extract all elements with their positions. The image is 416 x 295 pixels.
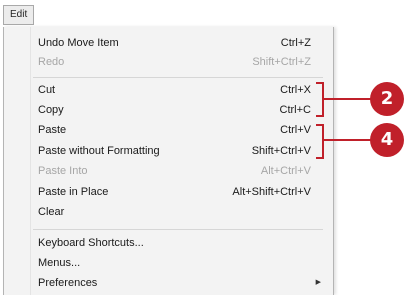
callout-bracket-cut-copy	[316, 82, 324, 117]
menu-item-shortcut: Alt+Shift+Ctrl+V	[232, 186, 311, 198]
menu-item-paste[interactable]: Paste Ctrl+V	[31, 120, 333, 140]
menu-item-paste-in-place[interactable]: Paste in Place Alt+Shift+Ctrl+V	[31, 182, 333, 202]
menu-item-shortcut: Ctrl+X	[280, 84, 311, 96]
menu-bar: Edit	[0, 0, 416, 26]
menu-item-paste-without-formatting[interactable]: Paste without Formatting Shift+Ctrl+V	[31, 141, 333, 161]
menu-item-label: Preferences	[38, 277, 98, 289]
menu-separator	[33, 229, 323, 230]
menu-item-shortcut: Ctrl+V	[280, 124, 311, 136]
menu-item-label: Paste without Formatting	[38, 145, 160, 157]
menu-item-label: Copy	[38, 104, 64, 116]
callout-leader-line	[324, 98, 372, 100]
menu-item-shortcut: Shift+Ctrl+Z	[252, 56, 311, 68]
edit-menu-title[interactable]: Edit	[3, 5, 35, 25]
menu-item-label: Menus...	[38, 257, 81, 269]
menu-item-shortcut: Ctrl+Z	[280, 37, 311, 49]
menu-item-shortcut: Alt+Ctrl+V	[260, 165, 311, 177]
chevron-right-icon: ▶	[315, 279, 321, 286]
menu-item-shortcut: Shift+Ctrl+V	[251, 145, 311, 157]
menu-icon-gutter	[4, 27, 31, 295]
callout-badge: 2	[370, 82, 404, 116]
callout-badge: 4	[370, 123, 404, 157]
menu-item-keyboard-shortcuts[interactable]: Keyboard Shortcuts...	[31, 233, 333, 253]
menu-item-label: Redo	[38, 56, 65, 68]
menu-item-label: Cut	[38, 84, 56, 96]
callout-bracket-paste	[316, 124, 324, 159]
menu-separator	[33, 77, 323, 78]
menu-item-shortcut: Ctrl+C	[279, 104, 311, 116]
menu-item-label: Keyboard Shortcuts...	[38, 237, 144, 249]
menu-item-cut[interactable]: Cut Ctrl+X	[31, 80, 333, 100]
menu-item-preferences[interactable]: Preferences ▶	[31, 273, 333, 293]
menu-item-copy[interactable]: Copy Ctrl+C	[31, 100, 333, 120]
callout-leader-line	[324, 139, 372, 141]
menu-item-label: Undo Move Item	[38, 37, 119, 49]
menu-item-redo: Redo Shift+Ctrl+Z	[31, 52, 333, 72]
menu-item-label: Paste Into	[38, 165, 88, 177]
menu-item-label: Clear	[38, 206, 65, 218]
menu-item-undo[interactable]: Undo Move Item Ctrl+Z	[31, 33, 333, 53]
menu-item-clear[interactable]: Clear	[31, 202, 333, 222]
menu-item-menus[interactable]: Menus...	[31, 253, 333, 273]
menu-item-paste-into: Paste Into Alt+Ctrl+V	[31, 161, 333, 181]
menu-item-label: Paste	[38, 124, 67, 136]
menu-item-label: Paste in Place	[38, 186, 109, 198]
